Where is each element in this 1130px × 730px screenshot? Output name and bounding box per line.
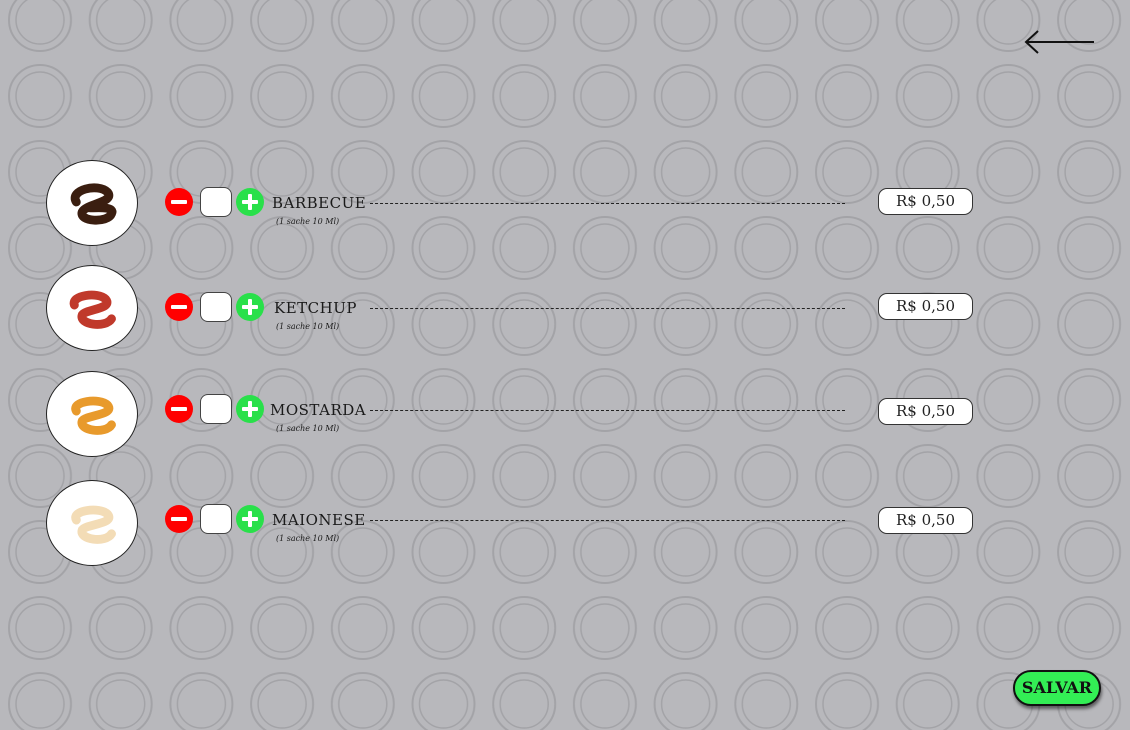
price-tag: R$ 0,50 [878, 507, 973, 534]
dotted-leader [370, 203, 845, 204]
sauce-row-mostarda: MOSTARDA (1 sache 10 Ml) R$ 0,50 [0, 367, 1130, 457]
maionese-image [46, 480, 138, 566]
sauce-row-barbecue: BARBECUE (1 sache 10 Ml) R$ 0,50 [0, 158, 1130, 248]
price-tag: R$ 0,50 [878, 188, 973, 215]
item-name: BARBECUE [272, 194, 367, 212]
quantity-input[interactable] [200, 187, 232, 217]
save-button[interactable]: SALVAR [1013, 670, 1101, 706]
item-subtitle: (1 sache 10 Ml) [276, 217, 340, 226]
dotted-leader [370, 308, 845, 309]
dotted-leader [370, 520, 845, 521]
increase-quantity-button[interactable] [236, 293, 264, 321]
price-tag: R$ 0,50 [878, 398, 973, 425]
item-name: MAIONESE [272, 511, 366, 529]
plate-pattern-background [0, 0, 1130, 730]
item-subtitle: (1 sache 10 Ml) [276, 534, 340, 543]
increase-quantity-button[interactable] [236, 505, 264, 533]
decrease-quantity-button[interactable] [165, 505, 193, 533]
item-name: KETCHUP [274, 299, 357, 317]
arrow-left-icon [1024, 30, 1094, 54]
decrease-quantity-button[interactable] [165, 188, 193, 216]
dotted-leader [370, 410, 845, 411]
decrease-quantity-button[interactable] [165, 293, 193, 321]
barbecue-image [46, 160, 138, 246]
mostarda-image [46, 371, 138, 457]
back-button[interactable] [1020, 28, 1098, 56]
sauce-row-ketchup: KETCHUP (1 sache 10 Ml) R$ 0,50 [0, 263, 1130, 353]
item-name: MOSTARDA [270, 401, 367, 419]
ketchup-image [46, 265, 138, 351]
increase-quantity-button[interactable] [236, 188, 264, 216]
decrease-quantity-button[interactable] [165, 395, 193, 423]
quantity-input[interactable] [200, 504, 232, 534]
quantity-input[interactable] [200, 292, 232, 322]
price-tag: R$ 0,50 [878, 293, 973, 320]
item-subtitle: (1 sache 10 Ml) [276, 424, 340, 433]
quantity-input[interactable] [200, 394, 232, 424]
increase-quantity-button[interactable] [236, 395, 264, 423]
sauce-row-maionese: MAIONESE (1 sache 10 Ml) R$ 0,50 [0, 476, 1130, 566]
item-subtitle: (1 sache 10 Ml) [276, 322, 340, 331]
